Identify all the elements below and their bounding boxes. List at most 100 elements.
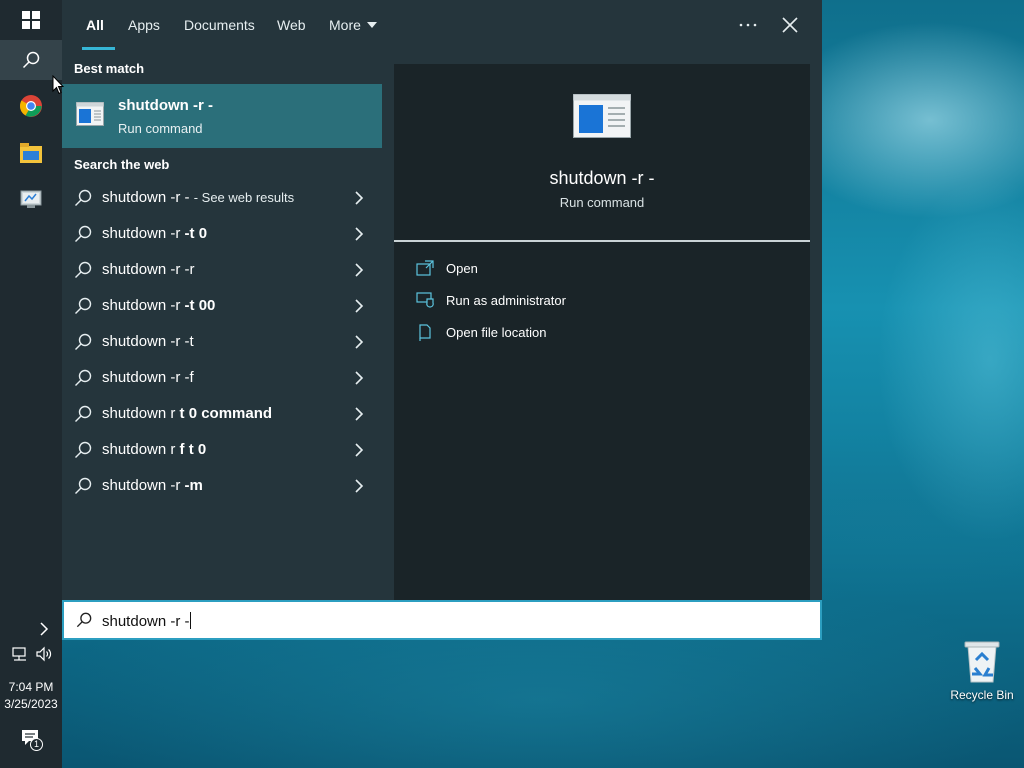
web-result-bold: -t 00: [184, 297, 216, 314]
tab-more[interactable]: More: [329, 17, 361, 33]
web-result-label: shutdown -r -t: [102, 333, 194, 350]
active-tab-indicator: [82, 47, 115, 50]
taskbar-file-explorer-button[interactable]: [0, 133, 62, 173]
control-panel-icon: [20, 190, 42, 208]
best-match-title: shutdown -r -: [118, 97, 213, 114]
web-result-label: shutdown r f t 0: [102, 441, 206, 458]
web-result-row[interactable]: shutdown -r -r: [62, 252, 382, 288]
detail-subtitle: Run command: [559, 195, 645, 210]
chevron-right-icon: [355, 227, 364, 241]
tab-apps[interactable]: Apps: [128, 17, 160, 33]
web-result-bold: t 0 command: [179, 405, 273, 422]
clock-time[interactable]: 7:04 PM: [0, 680, 62, 694]
web-result-row[interactable]: shutdown -r -t 00: [62, 288, 382, 324]
search-icon: [75, 189, 92, 206]
web-result-row[interactable]: shutdown -r -t: [62, 324, 382, 360]
chevron-right-icon: [355, 263, 364, 277]
web-result-bold: f t 0: [179, 441, 207, 458]
web-result-label: shutdown -r - - See web results: [102, 189, 294, 206]
action-center-button[interactable]: 1: [21, 728, 43, 752]
web-result-bold: -m: [184, 477, 203, 494]
best-match-item[interactable]: shutdown -r - Run command: [62, 84, 382, 148]
recycle-bin[interactable]: Recycle Bin: [944, 636, 1020, 702]
search-input-text: shutdown -r -: [102, 613, 190, 630]
tab-web[interactable]: Web: [277, 17, 306, 33]
tab-all[interactable]: All: [86, 17, 104, 33]
run-as-admin-label: Run as administrator: [446, 293, 566, 308]
run-as-admin-action[interactable]: Run as administrator: [416, 290, 786, 314]
detail-pane: shutdown -r - Run command Open Run as ad…: [394, 64, 810, 600]
windows-logo-icon: [22, 11, 40, 29]
search-icon: [75, 333, 92, 350]
open-action[interactable]: Open: [416, 258, 786, 282]
web-result-row[interactable]: shutdown r f t 0: [62, 432, 382, 468]
open-icon: [416, 260, 434, 276]
open-file-location-label: Open file location: [446, 325, 547, 340]
text-caret: [189, 612, 191, 629]
volume-icon[interactable]: [36, 646, 52, 662]
best-match-subtitle: Run command: [118, 121, 203, 136]
web-result-row[interactable]: shutdown -r -t 0: [62, 216, 382, 252]
detail-divider: [394, 240, 810, 242]
search-icon: [75, 369, 92, 386]
chevron-right-icon: [355, 191, 364, 205]
more-options-button[interactable]: [732, 14, 764, 36]
mouse-cursor-icon: [52, 75, 64, 95]
search-web-heading: Search the web: [74, 157, 170, 172]
web-result-prefix: shutdown -r: [102, 297, 185, 314]
show-hidden-icons-button[interactable]: [0, 610, 62, 648]
web-result-label: shutdown -r -m: [102, 477, 203, 494]
file-location-icon: [419, 324, 431, 341]
web-result-prefix: shutdown -r -: [102, 189, 194, 206]
web-result-label: shutdown r t 0 command: [102, 405, 272, 422]
chevron-right-icon: [355, 407, 364, 421]
open-file-location-action[interactable]: Open file location: [416, 322, 786, 346]
search-icon: [75, 405, 92, 422]
close-icon: [782, 17, 798, 33]
chevron-right-icon: [355, 443, 364, 457]
web-result-prefix: shutdown -r -f: [102, 369, 194, 386]
file-explorer-icon: [20, 143, 42, 163]
web-result-row[interactable]: shutdown -r -f: [62, 360, 382, 396]
web-result-suffix: - See web results: [193, 190, 295, 205]
open-action-label: Open: [446, 261, 478, 276]
close-button[interactable]: [776, 14, 804, 38]
search-icon: [75, 441, 92, 458]
web-result-row[interactable]: shutdown r t 0 command: [62, 396, 382, 432]
notification-count-badge: 1: [30, 738, 43, 751]
admin-shield-icon: [416, 292, 434, 308]
web-result-label: shutdown -r -t 00: [102, 297, 215, 314]
search-icon: [75, 477, 92, 494]
search-box[interactable]: shutdown -r -: [62, 600, 822, 640]
detail-title: shutdown -r -: [549, 168, 655, 188]
chevron-right-icon: [355, 479, 364, 493]
search-input[interactable]: shutdown -r -: [102, 612, 191, 630]
search-icon: [75, 225, 92, 242]
web-result-prefix: shutdown -r -t: [102, 333, 194, 350]
web-result-prefix: shutdown -r: [102, 477, 185, 494]
clock-date[interactable]: 3/25/2023: [0, 697, 62, 711]
chevron-right-icon: [355, 371, 364, 385]
web-result-bold: -t 0: [184, 225, 208, 242]
taskbar-app-button[interactable]: [0, 180, 62, 220]
recycle-bin-label: Recycle Bin: [950, 688, 1014, 702]
ellipsis-icon: [739, 23, 757, 27]
web-result-label: shutdown -r -t 0: [102, 225, 207, 242]
web-result-label: shutdown -r -f: [102, 369, 194, 386]
start-button[interactable]: [0, 0, 62, 40]
search-icon: [75, 261, 92, 278]
web-result-prefix: shutdown r: [102, 405, 180, 422]
best-match-heading: Best match: [74, 61, 145, 76]
recycle-bin-icon: [964, 641, 1000, 683]
tab-documents[interactable]: Documents: [184, 17, 255, 33]
search-icon: [22, 51, 40, 69]
web-result-row[interactable]: shutdown -r -m: [62, 468, 382, 504]
web-result-row[interactable]: shutdown -r - - See web results: [62, 180, 382, 216]
chevron-down-icon: [367, 22, 377, 28]
network-icon[interactable]: [12, 646, 28, 662]
web-result-prefix: shutdown r: [102, 441, 180, 458]
taskbar-search-button[interactable]: [0, 40, 62, 80]
web-result-label: shutdown -r -r: [102, 261, 195, 278]
taskbar: 7:04 PM 3/25/2023 1: [0, 0, 62, 768]
search-panel: All Apps Documents Web More Best match s…: [62, 0, 822, 600]
